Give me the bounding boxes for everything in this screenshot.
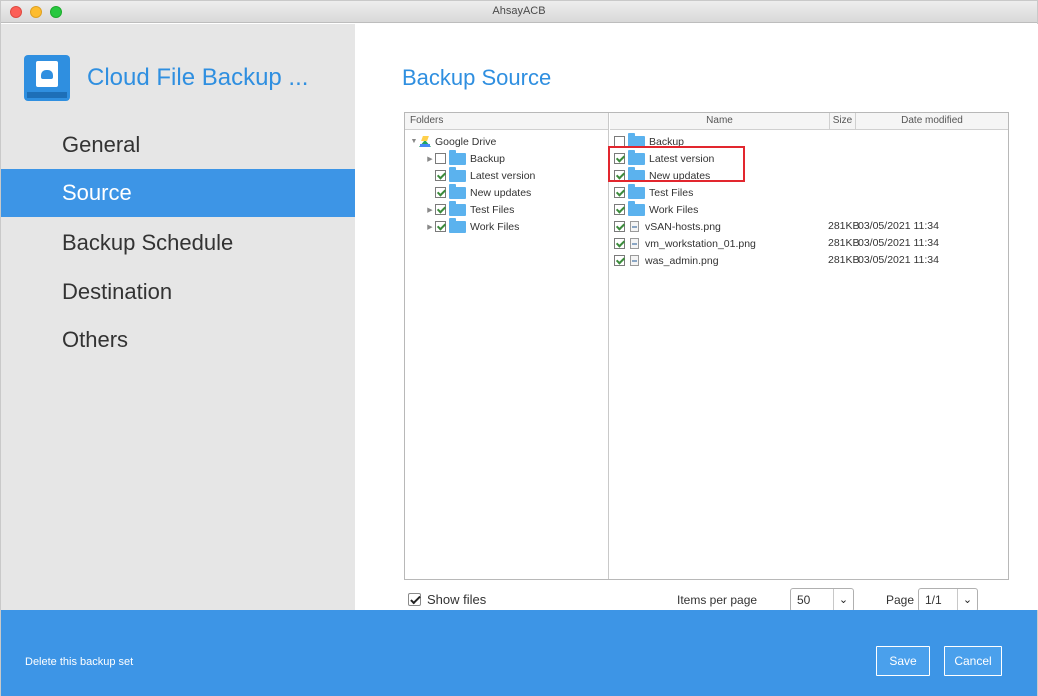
list-row-vsan-hosts[interactable]: vSAN-hosts.png bbox=[614, 218, 721, 235]
row-date: 03/05/2021 11:34 bbox=[858, 237, 939, 249]
folder-icon bbox=[628, 200, 645, 216]
sidebar-item-others[interactable]: Others bbox=[1, 316, 355, 364]
file-icon bbox=[630, 238, 639, 249]
tree-item-work-files[interactable]: ▶ Work Files bbox=[425, 217, 520, 235]
column-header-size[interactable]: Size bbox=[830, 113, 856, 130]
tree-item-label: Work Files bbox=[470, 220, 520, 233]
row-name: was_admin.png bbox=[645, 254, 719, 267]
chevron-down-icon[interactable]: ⌄ bbox=[833, 589, 853, 611]
row-size: 281KB bbox=[828, 220, 860, 232]
folder-tree: Folders ▼ Google Drive ▶ Backup Latest v… bbox=[405, 113, 609, 579]
show-files-checkbox[interactable] bbox=[408, 593, 421, 606]
sidebar-item-source[interactable]: Source bbox=[1, 169, 355, 217]
tree-checkbox[interactable] bbox=[435, 204, 446, 215]
title-bar: AhsayACB bbox=[1, 1, 1037, 23]
tree-header: Folders bbox=[405, 113, 608, 130]
tree-item-label: Latest version bbox=[470, 169, 536, 182]
tree-item-latest-version[interactable]: Latest version bbox=[435, 166, 536, 184]
tree-item-label: Backup bbox=[470, 152, 506, 165]
row-checkbox[interactable] bbox=[614, 187, 625, 198]
expand-arrow-icon[interactable]: ▶ bbox=[425, 155, 435, 163]
tree-root-google-drive[interactable]: ▼ Google Drive bbox=[409, 133, 497, 150]
row-date: 03/05/2021 11:34 bbox=[858, 254, 939, 266]
save-button[interactable]: Save bbox=[876, 646, 930, 676]
show-files-label: Show files bbox=[427, 592, 487, 607]
folder-icon bbox=[628, 183, 645, 199]
row-name: Test Files bbox=[649, 186, 694, 199]
row-date: 03/05/2021 11:34 bbox=[858, 220, 939, 232]
cancel-button[interactable]: Cancel bbox=[944, 646, 1002, 676]
folder-icon bbox=[449, 200, 466, 216]
folder-icon bbox=[449, 217, 466, 233]
footer-bar: Delete this backup set Save Cancel bbox=[1, 610, 1037, 696]
folder-icon bbox=[449, 166, 466, 182]
file-list: Name Size Date modified Backup Latest ve… bbox=[610, 113, 1008, 579]
app-title: Cloud File Backup ... bbox=[87, 64, 309, 91]
list-header: Name Size Date modified bbox=[610, 113, 1008, 130]
source-panel: Folders ▼ Google Drive ▶ Backup Latest v… bbox=[404, 112, 1009, 580]
app-window: AhsayACB Cloud File Backup ... General S… bbox=[0, 0, 1038, 696]
tree-item-label: New updates bbox=[470, 186, 532, 199]
window-title: AhsayACB bbox=[492, 5, 546, 17]
expand-arrow-icon[interactable]: ▼ bbox=[409, 138, 419, 145]
tree-item-new-updates[interactable]: New updates bbox=[435, 183, 532, 201]
google-drive-icon bbox=[419, 136, 431, 147]
row-size: 281KB bbox=[828, 254, 860, 266]
sidebar-item-backup-schedule[interactable]: Backup Schedule bbox=[1, 219, 355, 267]
chevron-down-icon[interactable]: ⌄ bbox=[957, 589, 977, 611]
list-row-vm-workstation[interactable]: vm_workstation_01.png bbox=[614, 235, 756, 252]
app-logo-icon bbox=[24, 55, 70, 101]
row-checkbox[interactable] bbox=[614, 255, 625, 266]
folder-icon bbox=[449, 149, 466, 165]
items-per-page-label: Items per page bbox=[677, 593, 758, 607]
show-files-toggle[interactable]: Show files bbox=[408, 592, 486, 607]
expand-arrow-icon[interactable]: ▶ bbox=[425, 223, 435, 231]
expand-arrow-icon[interactable]: ▶ bbox=[425, 206, 435, 214]
file-icon bbox=[630, 255, 639, 266]
row-checkbox[interactable] bbox=[614, 238, 625, 249]
tree-checkbox[interactable] bbox=[435, 153, 446, 164]
tree-item-test-files[interactable]: ▶ Test Files bbox=[425, 200, 515, 218]
column-header-date[interactable]: Date modified bbox=[856, 113, 1008, 130]
page-select[interactable]: 1/1 ⌄ bbox=[918, 588, 978, 612]
tree-item-backup[interactable]: ▶ Backup bbox=[425, 149, 506, 167]
sidebar: Cloud File Backup ... General Source Bac… bbox=[1, 24, 355, 610]
delete-backup-set-link[interactable]: Delete this backup set bbox=[25, 656, 133, 668]
highlight-annotation bbox=[608, 146, 745, 182]
items-per-page-value: 50 bbox=[797, 593, 811, 607]
list-row-work-files[interactable]: Work Files bbox=[614, 200, 699, 218]
tree-root-label: Google Drive bbox=[435, 135, 497, 148]
row-name: vm_workstation_01.png bbox=[645, 237, 756, 250]
row-name: Work Files bbox=[649, 203, 699, 216]
tree-checkbox[interactable] bbox=[435, 170, 446, 181]
page-label: Page bbox=[886, 593, 915, 607]
folder-icon bbox=[449, 183, 466, 199]
tree-checkbox[interactable] bbox=[435, 187, 446, 198]
page-value: 1/1 bbox=[925, 593, 942, 607]
page-title: Backup Source bbox=[402, 65, 552, 90]
row-checkbox[interactable] bbox=[614, 204, 625, 215]
items-per-page-select[interactable]: 50 ⌄ bbox=[790, 588, 854, 612]
file-icon bbox=[630, 221, 639, 232]
row-checkbox[interactable] bbox=[614, 221, 625, 232]
row-name: vSAN-hosts.png bbox=[645, 220, 721, 233]
row-size: 281KB bbox=[828, 237, 860, 249]
tree-item-label: Test Files bbox=[470, 203, 515, 216]
sidebar-item-destination[interactable]: Destination bbox=[1, 268, 355, 316]
tree-checkbox[interactable] bbox=[435, 221, 446, 232]
main-content: Backup Source Folders ▼ Google Drive ▶ B… bbox=[355, 24, 1038, 612]
column-header-name[interactable]: Name bbox=[610, 113, 830, 130]
list-row-test-files[interactable]: Test Files bbox=[614, 183, 694, 201]
list-row-was-admin[interactable]: was_admin.png bbox=[614, 252, 719, 269]
sidebar-item-general[interactable]: General bbox=[1, 121, 355, 169]
